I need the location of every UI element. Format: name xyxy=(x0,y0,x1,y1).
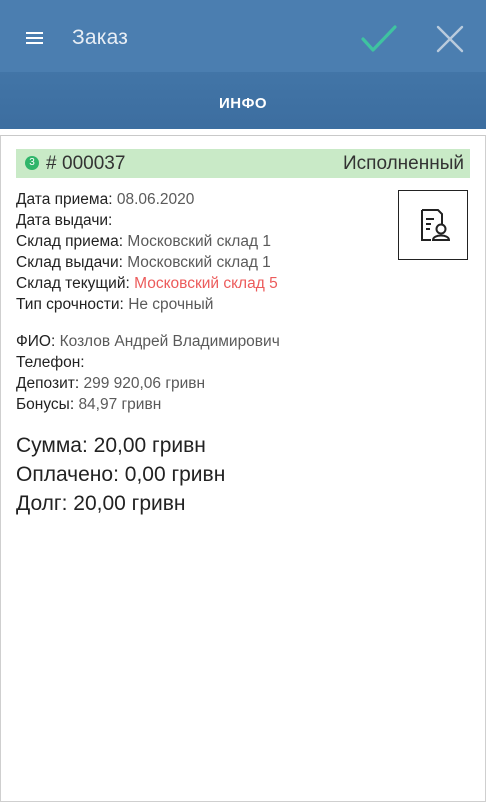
document-button[interactable] xyxy=(398,190,468,260)
customer-row-deposit: Депозит: 299 920,06 гривн xyxy=(16,373,396,394)
status-badge: 3 xyxy=(25,156,39,170)
total-row-debt: Долг: 20,00 гривн xyxy=(16,489,225,518)
customer-label: ФИО: xyxy=(16,333,56,350)
total-value: 20,00 гривн xyxy=(93,434,206,457)
detail-label: Тип срочности: xyxy=(16,296,124,313)
order-status: Исполненный xyxy=(343,153,464,174)
detail-label: Дата приема: xyxy=(16,191,113,208)
detail-value: 08.06.2020 xyxy=(116,191,195,208)
detail-label: Склад выдачи: xyxy=(16,254,123,271)
detail-value: Московский склад 1 xyxy=(127,233,271,250)
detail-row-receive-warehouse: Склад приема: Московский склад 1 xyxy=(16,231,396,252)
detail-value-highlight: Московский склад 5 xyxy=(134,275,278,292)
detail-row-urgency: Тип срочности: Не срочный xyxy=(16,294,396,315)
customer-row-name: ФИО: Козлов Андрей Владимирович xyxy=(16,331,396,352)
customer-value: Козлов Андрей Владимирович xyxy=(59,333,280,350)
order-number: 000037 xyxy=(62,153,126,174)
checkmark-icon[interactable] xyxy=(358,20,400,58)
total-row-sum: Сумма: 20,00 гривн xyxy=(16,431,225,460)
total-label: Долг: xyxy=(16,492,68,515)
page-title: Заказ xyxy=(72,26,129,49)
order-info-panel: 3 # 000037 Исполненный Дата приема: 08.0… xyxy=(0,135,486,802)
active-tab-indicator xyxy=(0,129,486,132)
tab-bar: ИНФО xyxy=(0,72,486,132)
customer-row-bonuses: Бонусы: 84,97 гривн xyxy=(16,394,396,415)
total-row-paid: Оплачено: 0,00 гривн xyxy=(16,460,225,489)
close-icon[interactable] xyxy=(432,21,468,57)
detail-row-issue-warehouse: Склад выдачи: Московский склад 1 xyxy=(16,252,396,273)
detail-row-received-date: Дата приема: 08.06.2020 xyxy=(16,189,396,210)
total-label: Оплачено: xyxy=(16,463,119,486)
document-user-icon xyxy=(421,209,451,241)
order-totals: Сумма: 20,00 гривн Оплачено: 0,00 гривн … xyxy=(16,431,225,518)
total-value: 0,00 гривн xyxy=(124,463,226,486)
detail-row-issue-date: Дата выдачи: xyxy=(16,210,396,231)
tab-info[interactable]: ИНФО xyxy=(0,72,486,132)
customer-label: Телефон: xyxy=(16,354,85,371)
order-hash: # xyxy=(46,153,57,174)
customer-row-phone: Телефон: xyxy=(16,352,396,373)
customer-label: Бонусы: xyxy=(16,396,75,413)
total-value: 20,00 гривн xyxy=(73,492,186,515)
detail-value: Не срочный xyxy=(128,296,214,313)
customer-value: 84,97 гривн xyxy=(78,396,162,413)
detail-value: Московский склад 1 xyxy=(127,254,271,271)
detail-label: Склад текущий: xyxy=(16,275,130,292)
app-bar: Заказ xyxy=(0,0,486,72)
detail-label: Дата выдачи: xyxy=(16,212,113,229)
order-status-bar: 3 # 000037 Исполненный xyxy=(16,149,470,178)
total-label: Сумма: xyxy=(16,434,88,457)
hamburger-menu-icon[interactable] xyxy=(18,22,54,54)
order-details: Дата приема: 08.06.2020 Дата выдачи: Скл… xyxy=(16,189,396,415)
customer-value: 299 920,06 гривн xyxy=(83,375,206,392)
customer-label: Депозит: xyxy=(16,375,80,392)
detail-label: Склад приема: xyxy=(16,233,124,250)
detail-row-current-warehouse: Склад текущий: Московский склад 5 xyxy=(16,273,396,294)
